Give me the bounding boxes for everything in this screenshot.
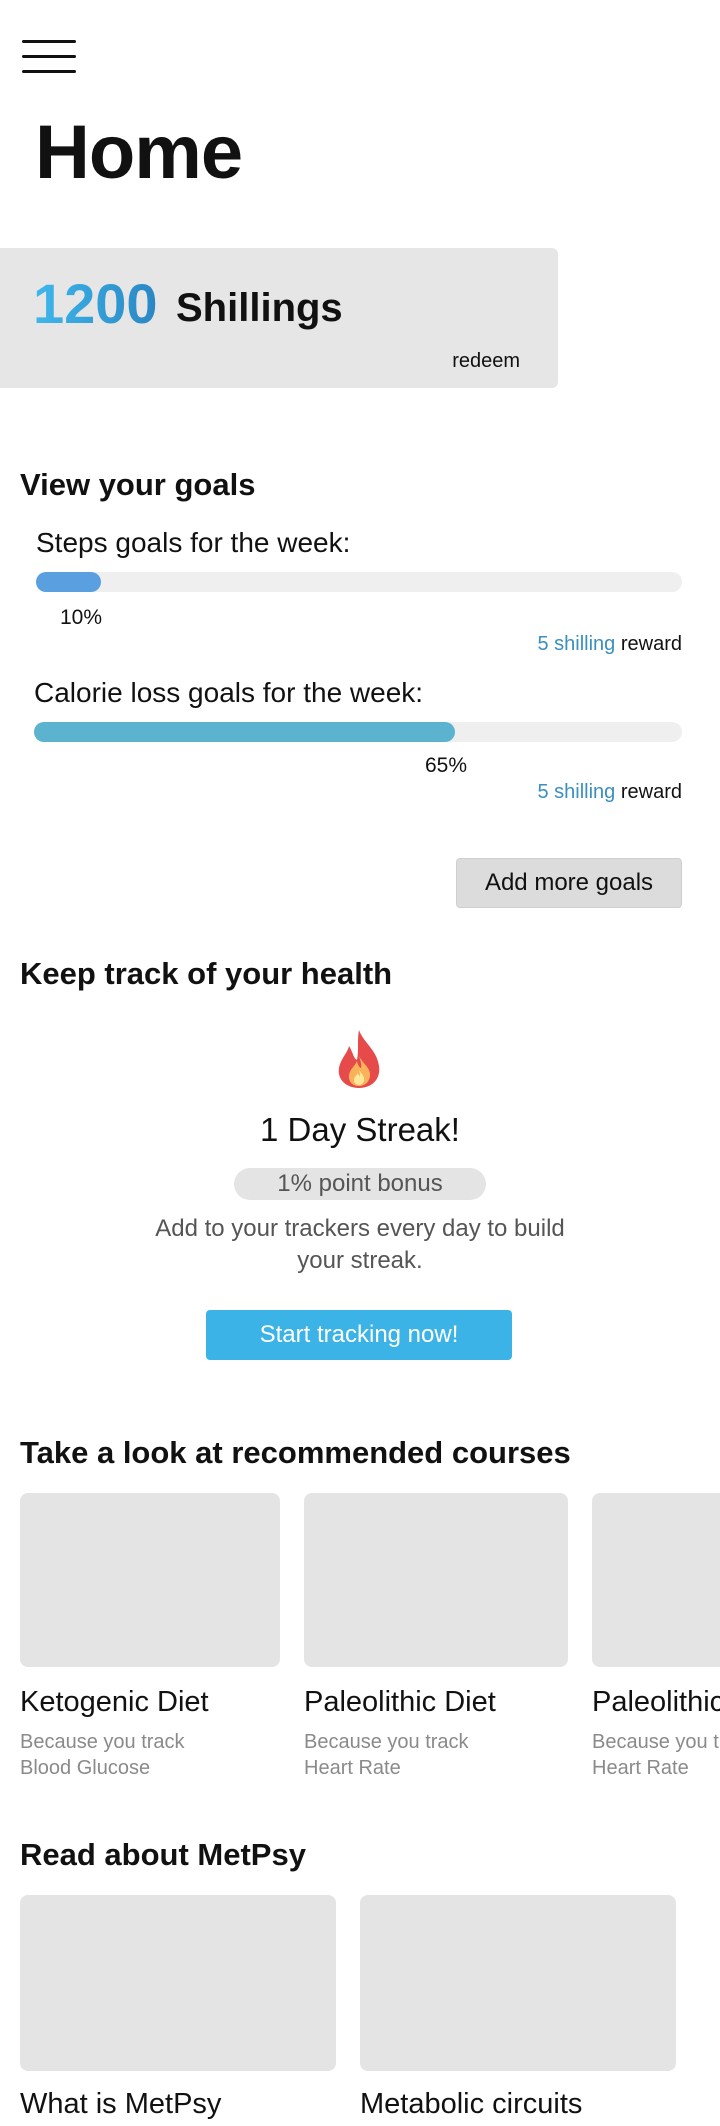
- page-title: Home: [35, 110, 243, 195]
- goal-label: Steps goals for the week:: [36, 527, 351, 558]
- shillings-balance-card: 1200 Shillings redeem: [0, 248, 558, 388]
- health-heading: Keep track of your health: [20, 956, 393, 991]
- goal-progress-fill: [36, 572, 101, 592]
- courses-heading: Take a look at recommended courses: [20, 1435, 571, 1470]
- reward-amount: 5 shilling: [537, 781, 616, 803]
- reward-amount: 5 shilling: [537, 633, 616, 655]
- course-metric: Heart Rate: [592, 1757, 689, 1779]
- goal-percent-label: 65%: [425, 754, 468, 777]
- goal-progress-fill: [34, 722, 456, 742]
- flame-icon: [338, 1030, 380, 1088]
- streak-title: 1 Day Streak!: [260, 1111, 460, 1148]
- hamburger-menu-icon[interactable]: [22, 38, 76, 76]
- course-title: Paleolithic Diet: [304, 1686, 496, 1718]
- goal-percent-label: 10%: [60, 606, 103, 629]
- article-thumbnail: [360, 1895, 676, 2071]
- redeem-link[interactable]: redeem: [452, 350, 520, 373]
- course-title: Paleolithic Diet: [592, 1686, 720, 1718]
- articles-heading: Read about MetPsy: [20, 1837, 306, 1872]
- article-title: What is MetPsy: [20, 2088, 222, 2120]
- goal-reward: 5 shilling reward: [537, 781, 682, 804]
- reward-suffix: reward: [620, 633, 682, 655]
- goal-progress-bar: [34, 722, 682, 742]
- course-thumbnail: [592, 1493, 720, 1667]
- course-thumbnail: [304, 1493, 568, 1667]
- course-title: Ketogenic Diet: [20, 1686, 209, 1718]
- course-reason: Because you track: [592, 1731, 720, 1753]
- streak-description: Add to your trackers every day to build …: [155, 1215, 565, 1274]
- bonus-badge: 1% point bonus: [234, 1168, 486, 1200]
- course-reason: Because you track: [20, 1731, 185, 1753]
- goals-heading: View your goals: [20, 467, 256, 502]
- course-metric: Heart Rate: [304, 1757, 401, 1779]
- article-thumbnail: [20, 1895, 336, 2071]
- article-title: Metabolic circuits: [360, 2088, 583, 2120]
- balance-amount: 1200: [33, 272, 158, 335]
- start-tracking-button[interactable]: Start tracking now!: [206, 1310, 512, 1360]
- goal-progress-bar: [36, 572, 682, 592]
- course-metric: Blood Glucose: [20, 1757, 151, 1779]
- course-thumbnail: [20, 1493, 280, 1667]
- goal-label: Calorie loss goals for the week:: [34, 677, 424, 708]
- add-more-goals-button[interactable]: Add more goals: [456, 858, 682, 908]
- course-reason: Because you track: [304, 1731, 469, 1753]
- reward-suffix: reward: [620, 781, 682, 803]
- balance-unit: Shillings: [176, 286, 343, 330]
- goal-reward: 5 shilling reward: [537, 633, 682, 656]
